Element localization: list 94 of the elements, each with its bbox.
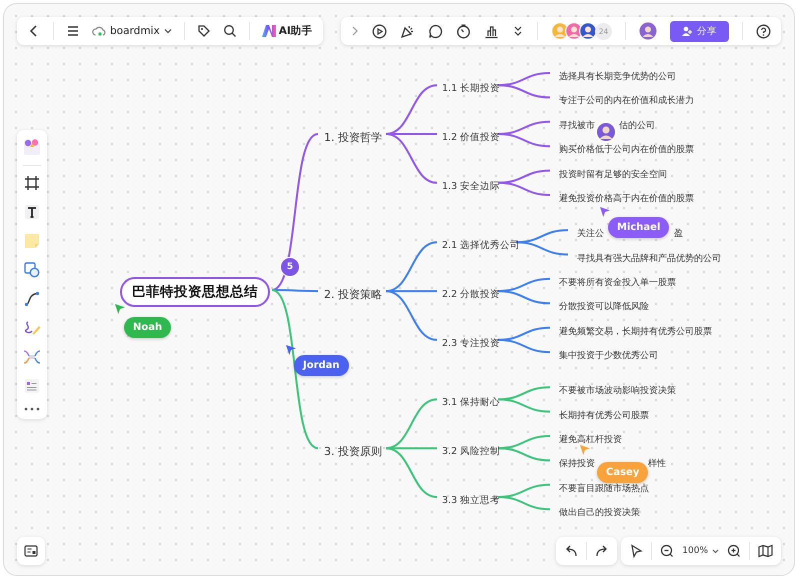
leaf-node[interactable]: 选择具有长期竞争优势的公司 xyxy=(559,70,676,84)
mind-map-icon[interactable] xyxy=(23,349,41,365)
root-node[interactable]: 巴菲特投资思想总结 xyxy=(120,277,270,307)
leaf-node-text[interactable]: 关注公 xyxy=(577,227,604,242)
frame-icon[interactable] xyxy=(24,175,40,191)
double-chevron-icon[interactable] xyxy=(512,25,524,37)
chart-icon[interactable] xyxy=(484,24,499,38)
cloud-icon xyxy=(92,26,106,36)
ai-assistant-button[interactable]: AI助手 xyxy=(262,24,313,38)
branch-connector xyxy=(498,338,550,354)
pointer-icon[interactable] xyxy=(629,544,644,558)
leaf-node[interactable]: 购买价格低于公司内在价值的股票 xyxy=(559,143,694,158)
branch-connector xyxy=(498,290,550,304)
connector-icon[interactable] xyxy=(24,291,40,307)
text-icon[interactable] xyxy=(24,204,40,220)
leaf-node-text[interactable]: 盈 xyxy=(674,227,683,242)
comment-icon[interactable] xyxy=(428,24,443,38)
cursor-icon xyxy=(580,445,590,455)
undo-icon[interactable] xyxy=(564,544,578,558)
leaf-node[interactable]: 做出自己的投资决策 xyxy=(559,506,640,520)
tag-icon[interactable] xyxy=(196,24,211,38)
menu-icon[interactable] xyxy=(66,24,80,38)
topic-node[interactable]: 1. 投资哲学 xyxy=(324,130,382,146)
file-menu-button[interactable]: boardmix xyxy=(92,25,172,37)
avatar[interactable] xyxy=(639,22,657,40)
subtopic-node[interactable]: 3.3 独立思考 xyxy=(442,493,500,509)
minimap-button[interactable] xyxy=(17,537,45,565)
play-icon[interactable] xyxy=(372,24,387,38)
cursor-icon xyxy=(600,207,610,217)
topic-node[interactable]: 2. 投资策略 xyxy=(324,287,382,304)
topic-node[interactable]: 3. 投资原则 xyxy=(324,444,382,460)
cursor-label: Michael xyxy=(608,217,670,238)
subtopic-node[interactable]: 1.1 长期投资 xyxy=(442,81,500,98)
branch-connector xyxy=(498,133,550,148)
more-icon[interactable] xyxy=(24,407,40,411)
cursor-label: Noah xyxy=(124,317,172,338)
branch-connector xyxy=(498,496,550,510)
leaf-node[interactable]: 避免频繁交易，长期持有优秀公司股票 xyxy=(559,324,712,339)
leaf-node[interactable]: 分散投资可以降低风险 xyxy=(559,300,649,314)
leaf-node[interactable]: 寻找具有强大品牌和产品优势的公司 xyxy=(577,252,721,266)
leaf-node-text[interactable]: 估的公司 xyxy=(619,118,655,133)
subtopic-node[interactable]: 1.2 价值投资 xyxy=(442,130,500,146)
branch-connector xyxy=(498,447,550,462)
caret-icon xyxy=(712,548,719,554)
expand-icon[interactable] xyxy=(351,25,359,37)
list-card-icon[interactable] xyxy=(24,378,40,394)
leaf-node[interactable]: 集中投资于少数优秀公司 xyxy=(559,349,658,364)
branch-connector xyxy=(498,398,550,413)
timer-icon[interactable] xyxy=(456,24,471,38)
subtopic-node[interactable]: 2.1 选择优秀公司 xyxy=(442,238,520,254)
leaf-node[interactable]: 专注于公司的内在价值和成长潜力 xyxy=(559,94,694,108)
branch-connector xyxy=(498,182,550,196)
zoom-out-icon[interactable] xyxy=(660,544,674,558)
branch-connector xyxy=(498,435,550,450)
branch-connector xyxy=(498,170,550,184)
cursor-icon xyxy=(286,345,296,355)
branch-connector xyxy=(498,72,550,86)
subtopic-node[interactable]: 2.2 分散投资 xyxy=(442,287,500,304)
share-button[interactable]: 分享 xyxy=(670,20,729,42)
leaf-node[interactable]: 避免投资价格高于内在价值的股票 xyxy=(559,192,694,206)
help-icon[interactable] xyxy=(756,24,771,38)
subtopic-node[interactable]: 3.1 保持耐心 xyxy=(442,395,500,412)
leaf-node[interactable]: 投资时留有足够的安全空间 xyxy=(559,168,667,182)
cursor-icon xyxy=(115,304,125,314)
cursor-label: Jordan xyxy=(294,355,349,376)
redo-icon[interactable] xyxy=(595,544,609,558)
party-popper-icon[interactable] xyxy=(400,24,415,38)
search-icon[interactable] xyxy=(222,24,237,38)
leaf-node-text[interactable]: 保持投资 xyxy=(559,457,595,472)
zoom-level-dropdown[interactable]: 100% xyxy=(682,546,719,556)
leaf-node[interactable]: 避免高杠杆投资 xyxy=(559,433,622,447)
map-icon[interactable] xyxy=(758,544,773,558)
ai-logo xyxy=(262,25,276,37)
add-user-icon xyxy=(682,26,693,36)
subtopic-node[interactable]: 2.3 专注投资 xyxy=(442,336,500,352)
pen-icon[interactable] xyxy=(23,320,41,336)
subtopic-node[interactable]: 3.2 风险控制 xyxy=(442,444,500,460)
caret-icon xyxy=(164,28,172,34)
leaf-node[interactable]: 长期持有优秀公司股票 xyxy=(559,408,649,423)
leaf-node-text[interactable]: 样性 xyxy=(648,457,666,472)
leaf-node-text[interactable]: 寻找被市 xyxy=(559,118,595,133)
templates-icon[interactable] xyxy=(23,138,41,156)
zoom-in-icon[interactable] xyxy=(727,544,741,558)
subtopic-node[interactable]: 1.3 安全边际 xyxy=(442,178,500,195)
leaf-node[interactable]: 不要被市场波动影响投资决策 xyxy=(559,384,676,398)
cursor-label: Casey xyxy=(597,462,648,483)
branch-connector xyxy=(498,84,550,98)
leaf-node[interactable]: 不要盲目跟随市场热点 xyxy=(559,482,649,496)
avatar[interactable] xyxy=(579,22,597,40)
avatar xyxy=(595,121,617,143)
collapsed-count-badge[interactable]: 5 xyxy=(280,257,300,277)
shapes-icon[interactable] xyxy=(24,262,40,278)
panel-icon xyxy=(24,545,38,557)
leaf-node[interactable]: 不要将所有资金投入单一股票 xyxy=(559,276,676,290)
